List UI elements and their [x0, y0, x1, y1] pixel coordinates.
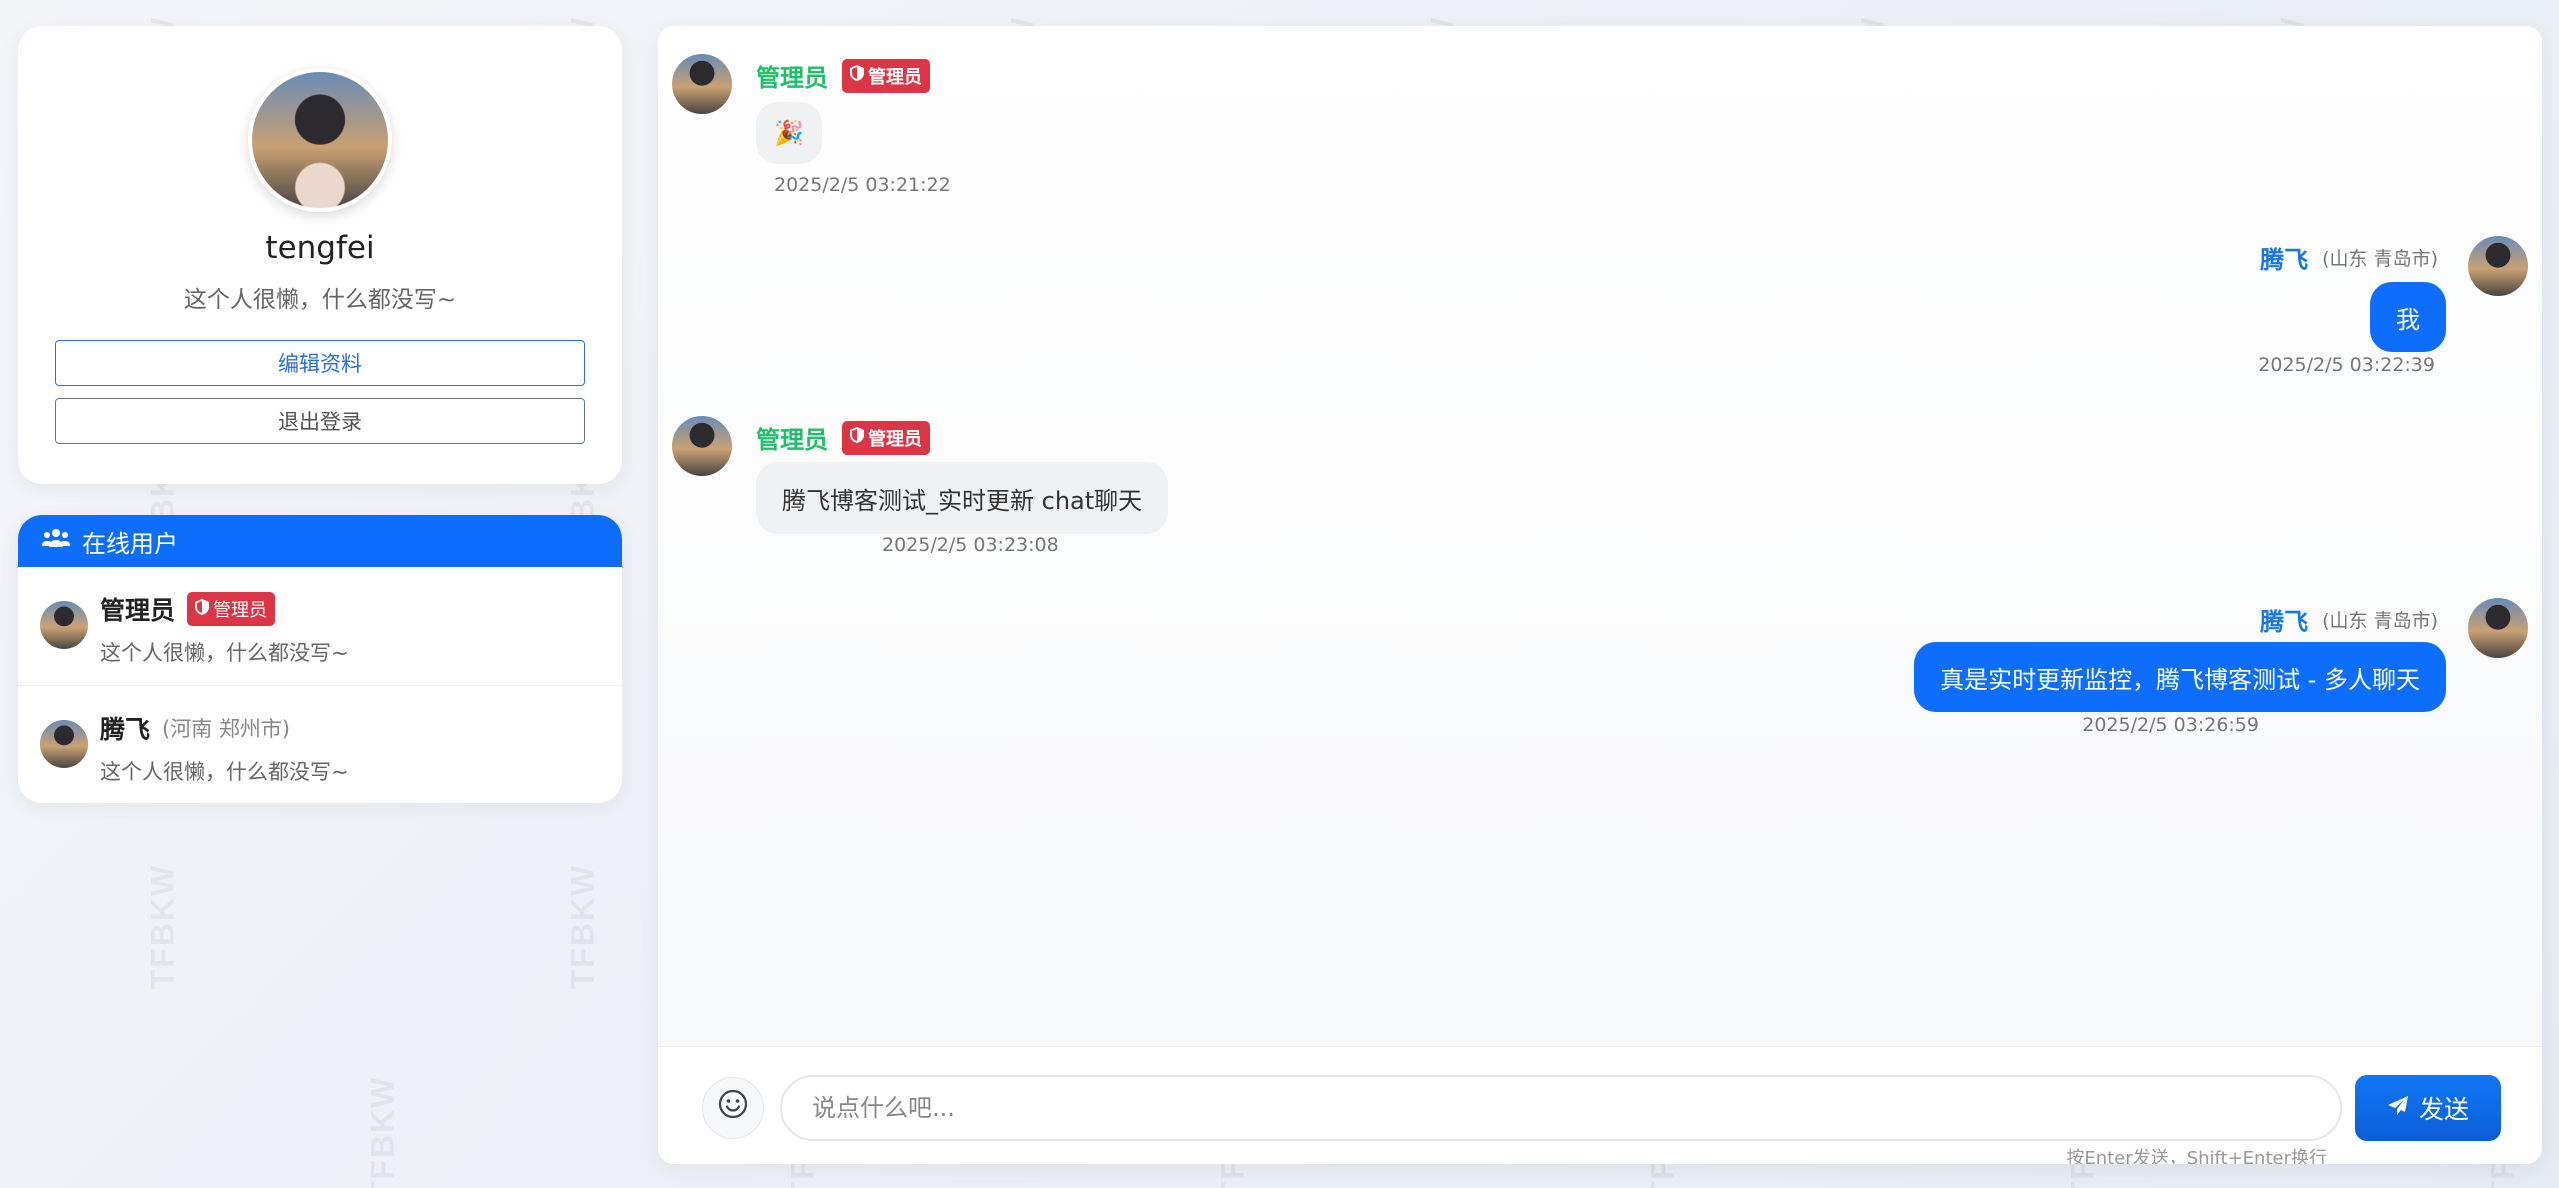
profile-signature: 这个人很懒，什么都没写~ [183, 287, 457, 313]
avatar [40, 601, 88, 649]
message-input-bar: 发送 按Enter发送，Shift+Enter换行 [658, 1046, 2542, 1164]
watermark-text: TFBKW [564, 863, 601, 990]
avatar [40, 720, 88, 768]
users-icon [42, 528, 70, 554]
message-sender-location: (山东 青岛市) [2322, 610, 2438, 632]
online-users-title: 在线用户 [82, 529, 178, 558]
edit-profile-button[interactable]: 编辑资料 [55, 340, 585, 386]
shield-icon [195, 598, 210, 620]
chat-message: 腾飞 (山东 青岛市) 真是实时更新监控，腾飞博客测试 - 多人聊天 2025/… [658, 26, 2542, 826]
input-hint: 按Enter发送，Shift+Enter换行 [2066, 1148, 2327, 1164]
message-timestamp: 2025/2/5 03:26:59 [2082, 714, 2259, 736]
smile-icon [718, 1089, 748, 1127]
online-user-item[interactable]: 管理员 管理员 这个人很懒，什么都没写~ [18, 567, 622, 685]
online-user-signature: 这个人很懒，什么都没写~ [100, 641, 349, 665]
profile-avatar[interactable] [248, 68, 392, 212]
online-user-signature: 这个人很懒，什么都没写~ [100, 760, 349, 784]
admin-badge: 管理员 [187, 592, 276, 626]
avatar[interactable] [2468, 598, 2528, 658]
paper-plane-icon [2387, 1094, 2409, 1123]
message-sender: 腾飞 [2260, 608, 2309, 636]
watermark-text: TFBKW [364, 1075, 401, 1188]
emoji-button[interactable] [702, 1077, 764, 1139]
online-user-location: (河南 郑州市) [162, 717, 291, 741]
online-users-header: 在线用户 [18, 515, 622, 567]
online-user-item[interactable]: 腾飞 (河南 郑州市) 这个人很懒，什么都没写~ [18, 685, 622, 803]
send-button[interactable]: 发送 [2355, 1075, 2501, 1141]
logout-button[interactable]: 退出登录 [55, 398, 585, 444]
message-bubble: 真是实时更新监控，腾飞博客测试 - 多人聊天 [1914, 642, 2446, 712]
online-user-name: 腾飞 [100, 715, 151, 744]
chat-panel: 管理员 管理员 🎉 2025/2/5 03:21:22 腾飞 (山东 青岛市) … [658, 26, 2542, 1164]
profile-name: tengfei [265, 230, 375, 266]
profile-card: tengfei 这个人很懒，什么都没写~ 编辑资料 退出登录 [18, 26, 622, 484]
watermark-text: TFBKW [144, 863, 181, 990]
message-input[interactable] [780, 1075, 2342, 1141]
online-users-card: 在线用户 管理员 管理员 这个人很懒，什么都没写~ 腾飞 (河南 郑州市) 这个… [18, 515, 622, 803]
online-user-name: 管理员 [100, 596, 176, 625]
